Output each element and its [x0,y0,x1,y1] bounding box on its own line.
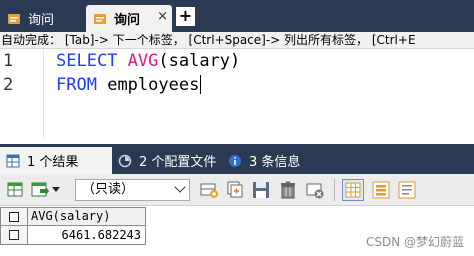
profile-icon [118,154,132,167]
line-number: 2 [3,75,14,95]
tab-results-label: 1 个结果 [27,155,79,170]
tab-messages-label: 3 条信息 [249,155,301,170]
new-tab-button[interactable]: + [176,7,195,26]
chevron-down-icon [174,181,186,193]
result-mode-value: （只读） [82,182,135,197]
query-tab-1[interactable]: 询问 [0,5,82,32]
save-icon[interactable] [251,180,271,200]
delete-icon[interactable] [278,180,298,200]
result-tab-bar: 1 个结果 2 个配置文件 3 条信息 [0,144,474,174]
toolbar-separator [334,179,335,201]
tab-results[interactable]: 1 个结果 [0,147,112,174]
result-mode-select[interactable]: （只读） [75,179,190,201]
grid-icon [6,154,20,167]
sql-keyword: SELECT [56,51,118,71]
checkbox[interactable] [9,230,19,240]
import-grid-icon[interactable] [30,180,50,200]
line-number-gutter: 1 2 [0,49,44,139]
sql-editor[interactable]: 1 2 SELECT AVG(salary) FROM employees [0,49,474,139]
query-tab-1-label: 询问 [28,13,55,28]
line-number: 1 [3,51,14,71]
tab-messages[interactable]: 3 条信息 [222,147,322,174]
query-tab-2[interactable]: 询问 × [86,5,172,32]
sql-args: (salary) [158,51,241,71]
chevron-down-icon[interactable] [52,187,60,192]
sql-table-name: employees [107,75,200,95]
autocomplete-hint: 自动完成： [Tab]-> 下一个标签， [Ctrl+Space]-> 列出所有… [0,32,474,49]
code-line-1[interactable]: SELECT AVG(salary) [56,51,240,71]
checkbox[interactable] [9,212,19,222]
query-icon [8,13,20,24]
table-cell[interactable]: 6461.682243 [28,226,146,245]
tab-profiles[interactable]: 2 个配置文件 [112,147,220,174]
sql-function: AVG [127,51,159,71]
select-all-cell[interactable] [0,207,28,226]
code-line-2[interactable]: FROM employees [56,75,202,95]
query-tab-bar: 询问 询问 × + [0,0,474,32]
close-tab-icon[interactable]: × [157,9,168,24]
sql-keyword: FROM [56,75,97,95]
watermark: CSDN @梦幻蔚蓝 [365,235,464,249]
text-view-icon[interactable] [397,180,417,200]
text-caret [200,75,202,94]
insert-row-icon[interactable] [199,180,219,200]
grid-view-icon[interactable] [342,179,364,201]
column-header[interactable]: AVG(salary) [28,207,146,226]
result-toolbar: （只读） [0,174,474,206]
form-view-icon[interactable] [371,180,391,200]
info-icon [229,154,241,167]
row-selector-cell[interactable] [0,226,28,245]
tab-profiles-label: 2 个配置文件 [139,155,217,170]
export-grid-icon[interactable] [6,180,26,200]
query-tab-2-label: 询问 [114,13,141,28]
cancel-changes-icon[interactable] [305,180,325,200]
query-icon [94,13,106,24]
duplicate-row-icon[interactable] [225,180,245,200]
